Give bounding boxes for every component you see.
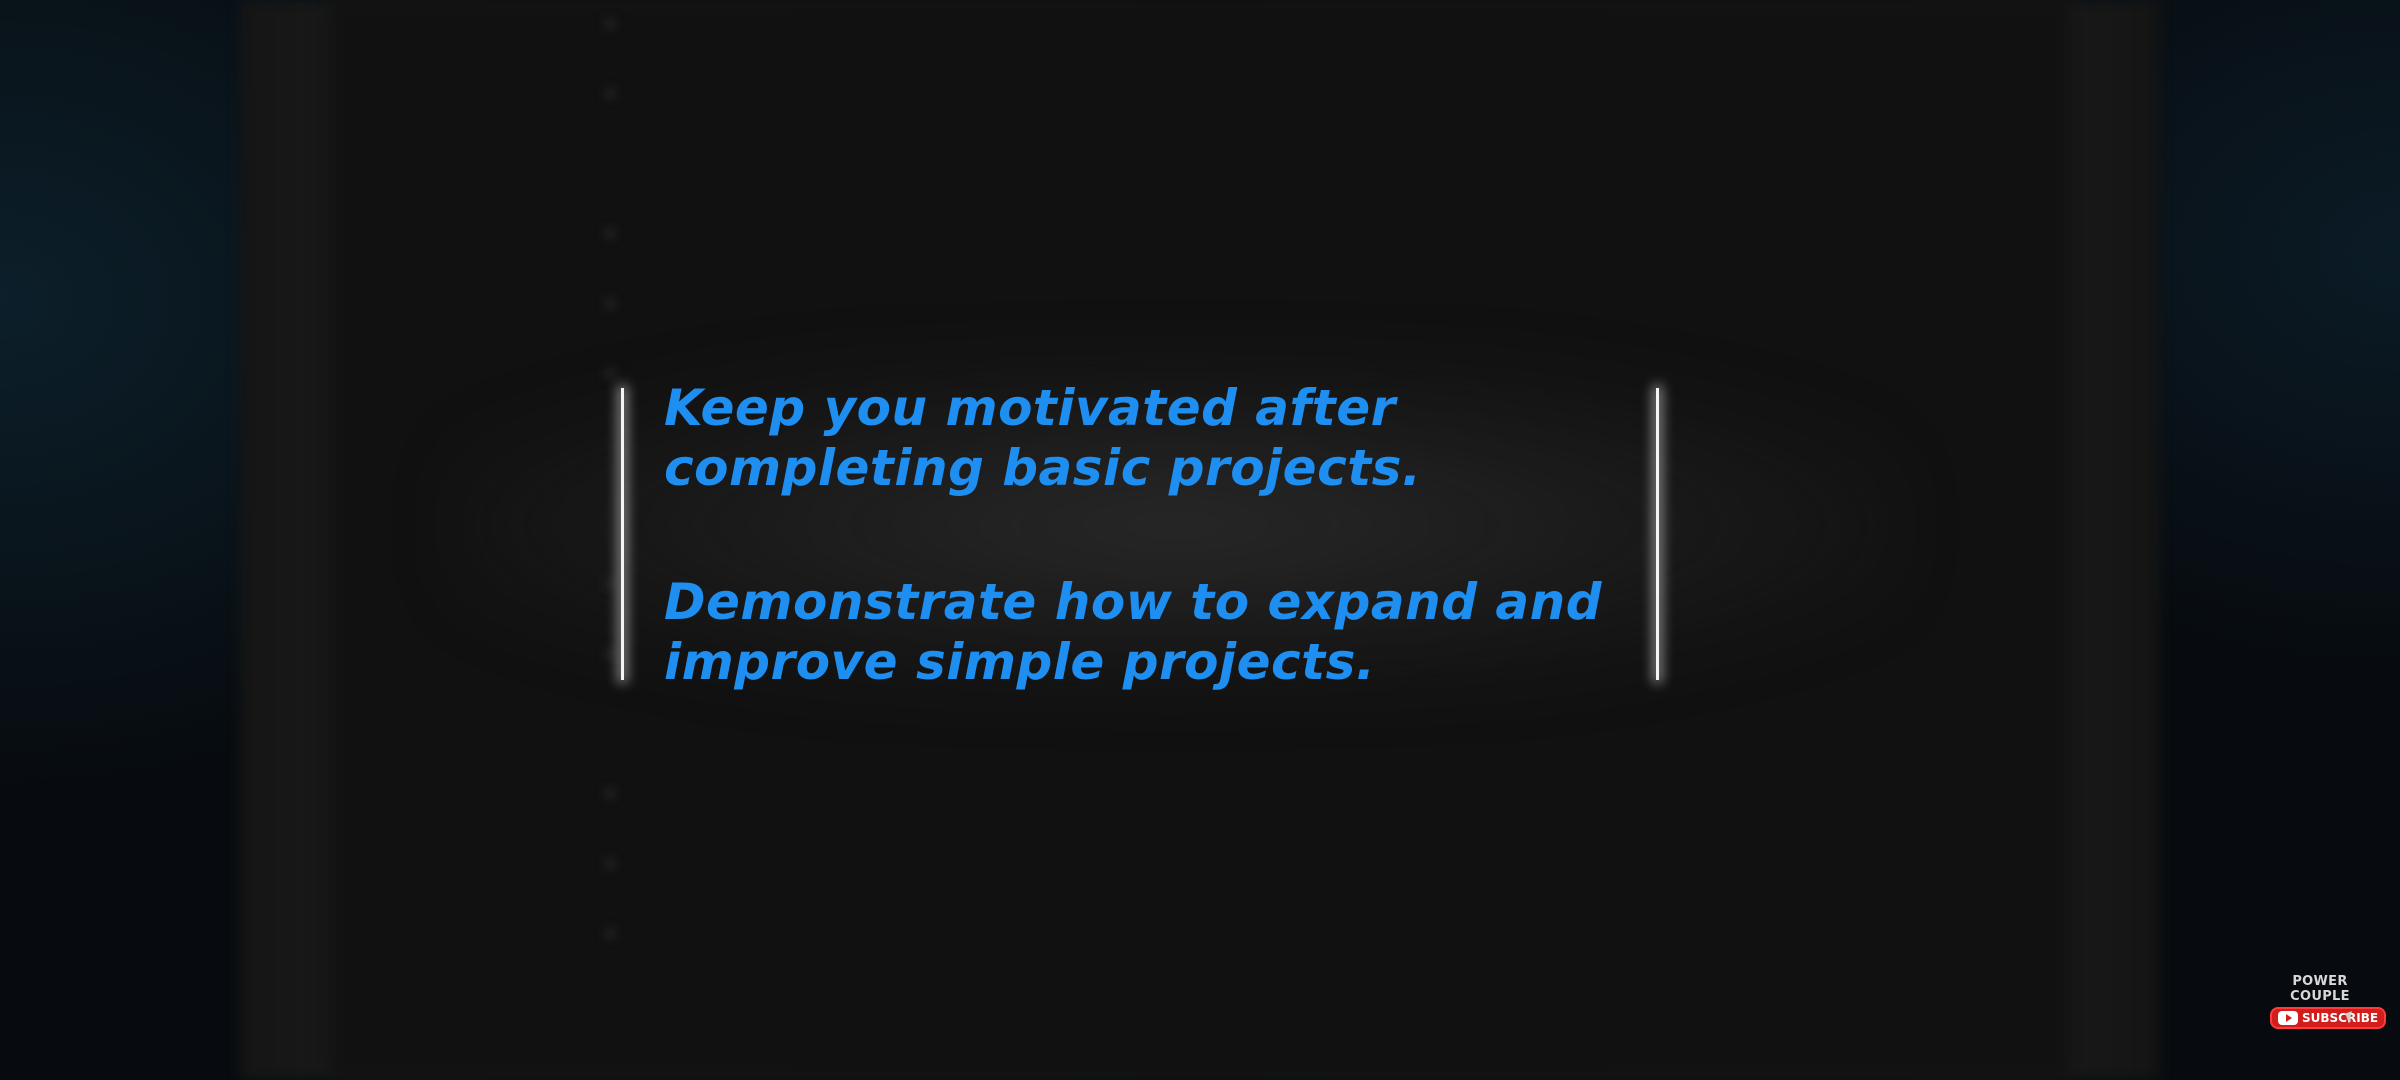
youtube-icon xyxy=(2278,1011,2298,1025)
subscribe-button[interactable]: SUBSCRIBE xyxy=(2270,1007,2387,1029)
video-frame: ​ ​ ​ ​ ​ ​ ​ ​ ​ ​ ​ ​ ​ ​ Keep you mot… xyxy=(0,0,2400,1080)
subscribe-label: SUBSCRIBE xyxy=(2302,1011,2379,1025)
overlay-caption-2: Demonstrate how to expand and improve si… xyxy=(664,573,1603,691)
left-divider-line xyxy=(621,388,624,680)
overlay-caption-1: Keep you motivated after completing basi… xyxy=(664,379,1422,497)
channel-name: POWER COUPLE xyxy=(2290,974,2350,1004)
